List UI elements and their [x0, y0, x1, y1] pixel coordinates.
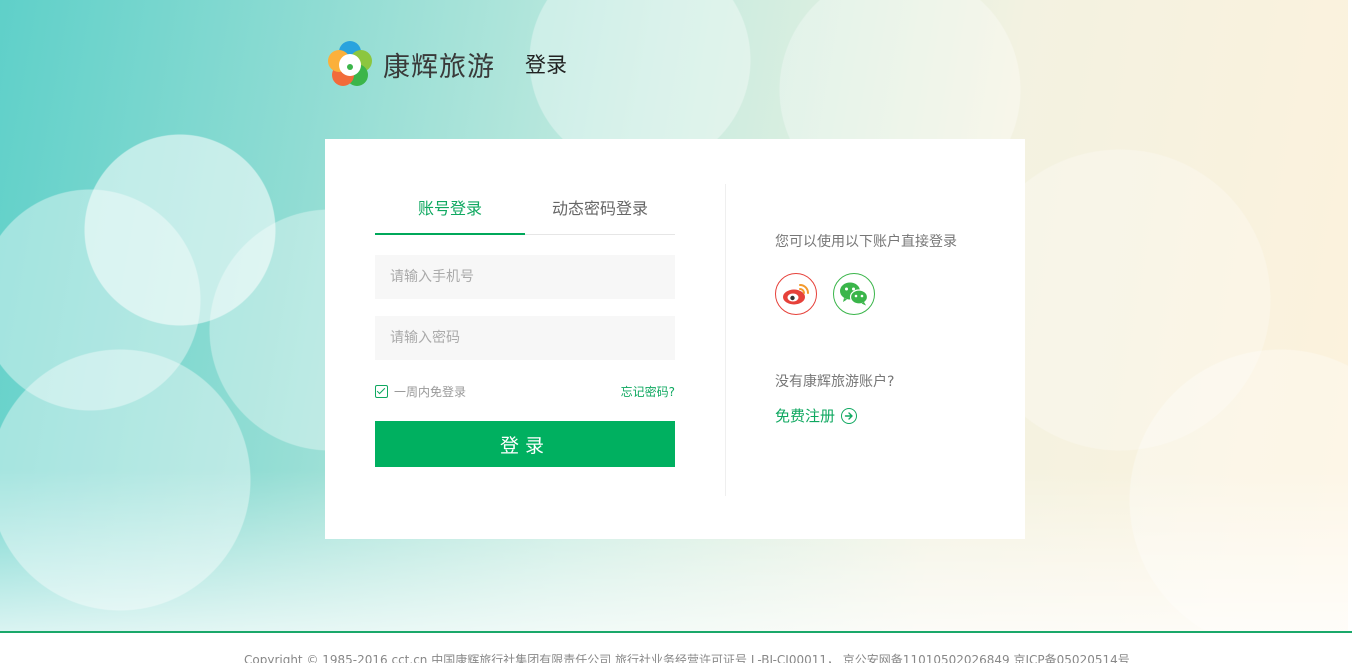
wechat-login-button[interactable] — [833, 273, 875, 315]
register-link[interactable]: 免费注册 — [775, 405, 995, 426]
weibo-login-button[interactable] — [775, 273, 817, 315]
wechat-icon — [840, 282, 869, 306]
login-button[interactable]: 登录 — [375, 421, 675, 467]
weibo-icon — [783, 284, 809, 305]
register-label: 免费注册 — [775, 407, 836, 425]
panel-divider — [725, 184, 726, 496]
arrow-right-icon — [841, 407, 858, 424]
login-form: 账号登录 动态密码登录 一周内免登录 忘记密码? 登录 — [375, 184, 675, 467]
tab-dynamic-password-login[interactable]: 动态密码登录 — [525, 184, 675, 234]
brand-name: 康辉旅游 — [383, 51, 495, 83]
remember-label: 一周内免登录 — [394, 384, 467, 399]
page-edge — [1348, 0, 1352, 633]
social-login-hint: 您可以使用以下账户直接登录 — [775, 234, 957, 250]
site-header: 康辉旅游 登录 — [325, 38, 567, 90]
login-tabs: 账号登录 动态密码登录 — [375, 184, 675, 235]
brand-logo-icon[interactable] — [325, 39, 375, 89]
forgot-password-link[interactable]: 忘记密码? — [621, 383, 675, 400]
no-account-prompt: 没有康辉旅游账户? — [775, 374, 895, 390]
third-party-login: 您可以使用以下账户直接登录 没有康辉旅游账户? 免费注册 — [775, 231, 995, 426]
login-options: 一周内免登录 忘记密码? — [375, 382, 675, 400]
tab-account-login[interactable]: 账号登录 — [375, 184, 525, 235]
copyright-text: Copyright © 1985-2016 cct.cn 中国康辉旅行社集团有限… — [244, 653, 1130, 663]
social-buttons — [775, 273, 995, 315]
remember-checkbox[interactable] — [375, 384, 388, 398]
remember-me[interactable]: 一周内免登录 — [375, 383, 466, 400]
phone-input[interactable] — [375, 255, 675, 299]
password-input[interactable] — [375, 316, 675, 360]
page-footer: Copyright © 1985-2016 cct.cn 中国康辉旅行社集团有限… — [0, 633, 1352, 663]
login-card: 账号登录 动态密码登录 一周内免登录 忘记密码? 登录 您可以使用以下账户直接登… — [325, 139, 1025, 539]
page-title: 登录 — [525, 53, 567, 77]
